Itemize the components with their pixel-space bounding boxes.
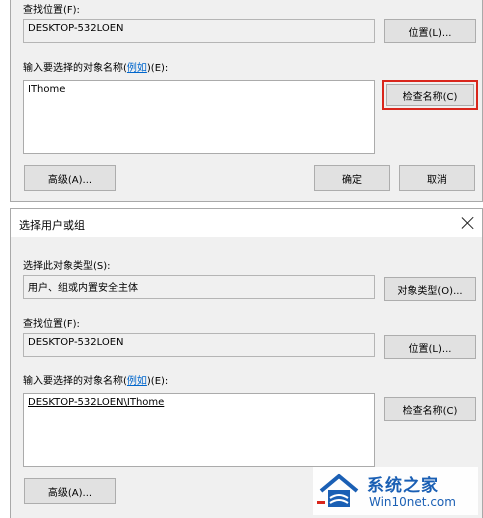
location-label: 查找位置(F): bbox=[23, 319, 80, 330]
locations-button[interactable]: 位置(L)... bbox=[384, 19, 476, 43]
object-types-button[interactable]: 对象类型(O)... bbox=[384, 277, 476, 301]
object-names-label: 输入要选择的对象名称(例如)(E): bbox=[23, 63, 169, 74]
close-icon[interactable] bbox=[458, 213, 478, 233]
dialog-title: 选择用户或组 bbox=[19, 219, 85, 232]
cancel-button[interactable]: 取消 bbox=[399, 165, 475, 191]
title-bar: 选择用户或组 bbox=[11, 209, 482, 237]
watermark-title: 系统之家 bbox=[367, 476, 439, 496]
locations-button[interactable]: 位置(L)... bbox=[384, 335, 476, 359]
location-label: 查找位置(F): bbox=[23, 5, 80, 16]
examples-link[interactable]: 例如 bbox=[127, 63, 147, 74]
object-type-field: 用户、组或内置安全主体 bbox=[23, 275, 375, 299]
house-logo-icon bbox=[317, 474, 359, 507]
advanced-button[interactable]: 高级(A)... bbox=[24, 165, 116, 191]
site-watermark: 系统之家 Win10net.com bbox=[313, 467, 478, 515]
advanced-button[interactable]: 高级(A)... bbox=[24, 478, 116, 504]
check-names-button[interactable]: 检查名称(C) bbox=[384, 397, 476, 421]
object-type-label: 选择此对象类型(S): bbox=[23, 261, 111, 272]
location-field: DESKTOP-532LOEN bbox=[23, 19, 375, 43]
object-names-input[interactable]: IThome bbox=[23, 80, 375, 154]
ok-button[interactable]: 确定 bbox=[314, 165, 390, 191]
select-users-dialog-top: 查找位置(F): DESKTOP-532LOEN 位置(L)... 输入要选择的… bbox=[10, 0, 483, 202]
object-names-input[interactable]: DESKTOP-532LOEN\IThome bbox=[23, 393, 375, 467]
watermark-url: Win10net.com bbox=[369, 495, 456, 509]
highlight-frame bbox=[382, 80, 478, 110]
examples-link[interactable]: 例如 bbox=[127, 376, 147, 387]
location-field: DESKTOP-532LOEN bbox=[23, 333, 375, 357]
resolved-name: DESKTOP-532LOEN\IThome bbox=[28, 397, 165, 408]
object-names-label: 输入要选择的对象名称(例如)(E): bbox=[23, 376, 169, 387]
